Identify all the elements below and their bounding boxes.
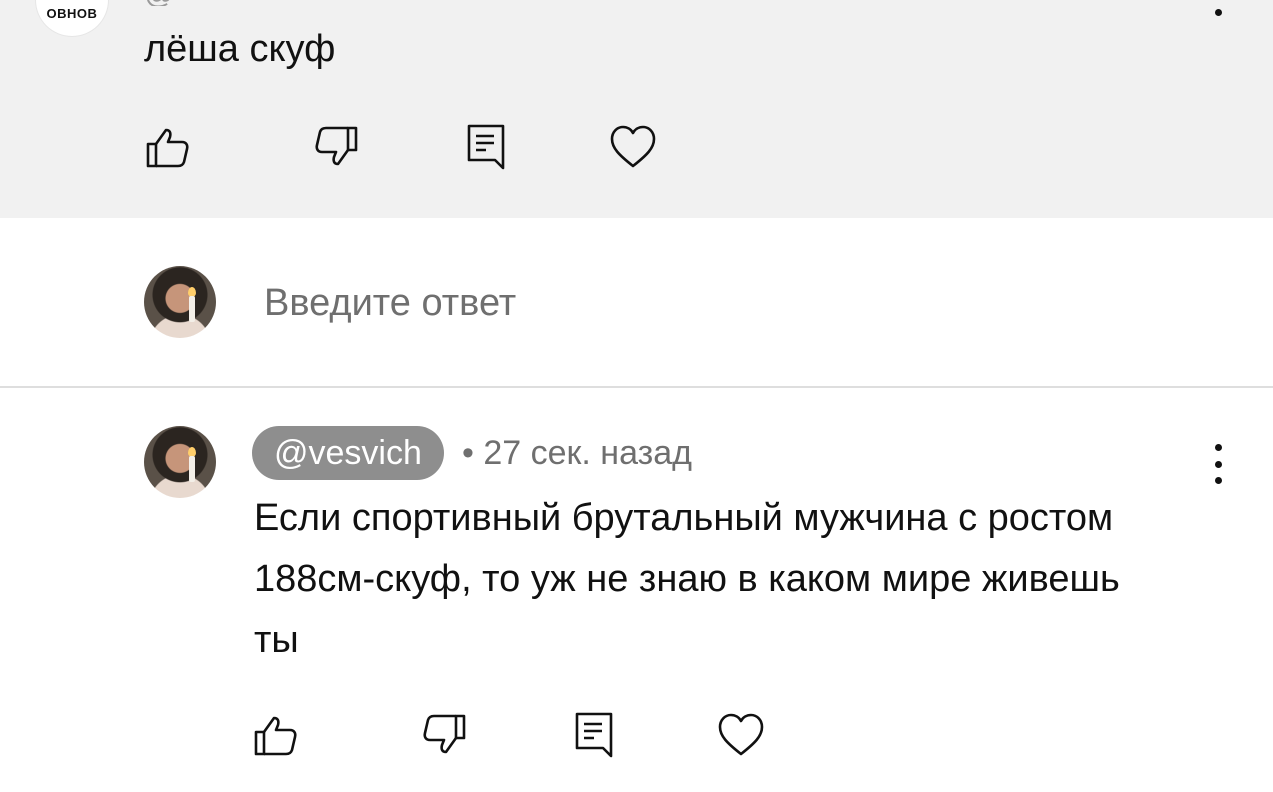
avatar[interactable]: ОВНОВ	[36, 0, 108, 36]
like-icon	[254, 716, 297, 756]
comment-meta: • 27 сек. назад	[462, 426, 692, 480]
highlighted-comment: ОВНОВ @ лёша скуф	[0, 0, 1273, 218]
candle	[189, 296, 195, 322]
meta-separator: •	[462, 434, 474, 472]
comment-author-handle[interactable]: @vesvich	[252, 426, 444, 480]
comments-page: ОВНОВ @ лёша скуф	[0, 0, 1273, 792]
more-icon[interactable]	[1206, 444, 1230, 484]
reply-icon	[467, 124, 505, 170]
reply-icon	[575, 712, 613, 758]
current-user-avatar	[144, 266, 216, 338]
comment-timestamp: 27 сек. назад	[483, 434, 692, 472]
more-icon[interactable]	[1206, 0, 1230, 16]
dislike-button[interactable]	[312, 122, 360, 172]
comment-actions	[252, 710, 772, 760]
reply-input[interactable]	[264, 278, 1164, 328]
reply-composer	[0, 218, 1273, 388]
favorite-button[interactable]	[717, 710, 765, 760]
comment-text: лёша скуф	[144, 28, 336, 70]
comment-author-handle[interactable]: @	[144, 0, 684, 6]
comment: @vesvich • 27 сек. назад Если спортивный…	[0, 388, 1273, 792]
dislike-button[interactable]	[420, 710, 468, 760]
candle	[189, 456, 195, 482]
heart-icon	[610, 125, 656, 168]
like-icon	[146, 128, 189, 168]
comment-text: Если спортивный брутальный мужчина с рос…	[254, 497, 1120, 661]
dislike-icon	[315, 126, 358, 166]
dislike-icon	[423, 714, 466, 754]
heart-icon	[718, 713, 764, 756]
favorite-button[interactable]	[609, 122, 657, 172]
like-button[interactable]	[144, 122, 192, 172]
comment-actions	[144, 122, 664, 172]
avatar[interactable]	[144, 426, 216, 498]
avatar-logo-text: ОВНОВ	[46, 6, 98, 21]
reply-button[interactable]	[570, 710, 618, 760]
like-button[interactable]	[252, 710, 300, 760]
reply-button[interactable]	[462, 122, 510, 172]
